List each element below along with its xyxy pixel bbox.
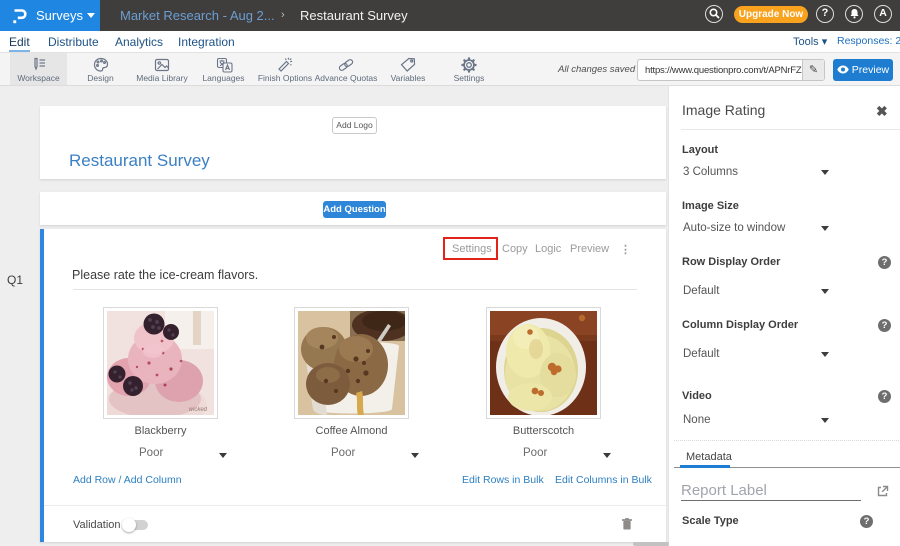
svg-text:wicked: wicked — [189, 407, 208, 413]
